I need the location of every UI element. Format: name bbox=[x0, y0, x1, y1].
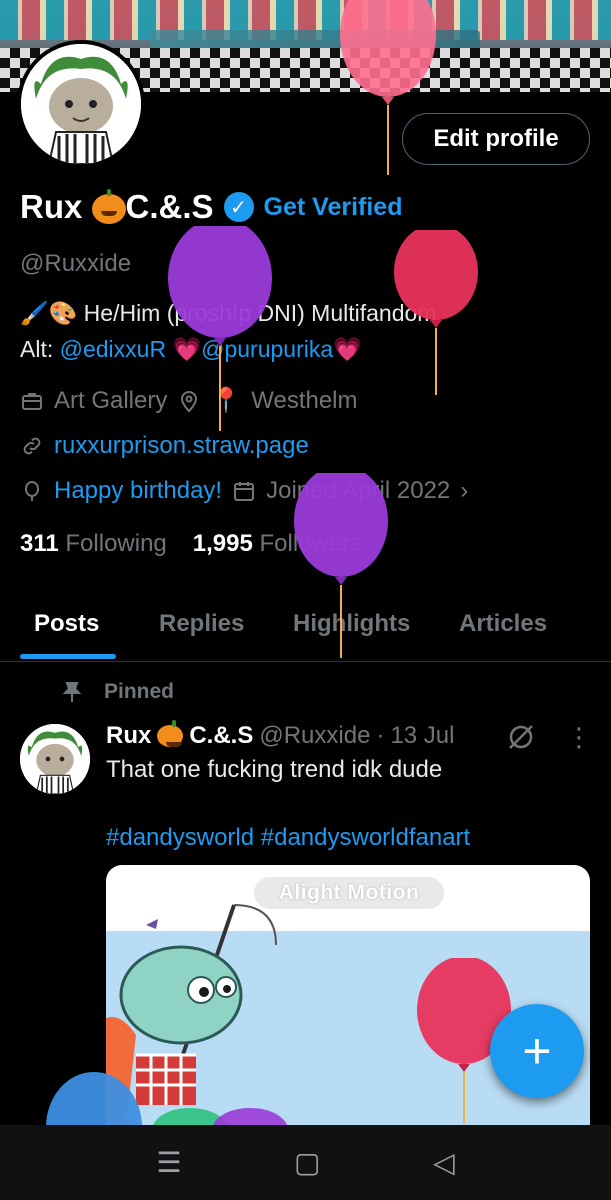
paintbrush-emoji-icon: 🖌️ bbox=[20, 300, 49, 326]
post-author-handle[interactable]: @Ruxxide bbox=[259, 722, 370, 750]
post-text: That one fucking trend idk dude bbox=[106, 756, 443, 783]
system-navigation-bar: ☰ ▢ ◁ bbox=[0, 1125, 611, 1200]
profile-category: Art Gallery bbox=[54, 386, 168, 414]
compose-post-button[interactable]: + bbox=[490, 1004, 584, 1098]
post-hashtags[interactable]: #dandysworld #dandysworldfanart bbox=[106, 824, 470, 852]
bio-alt-prefix: Alt: bbox=[20, 336, 54, 362]
recent-apps-icon[interactable]: ☰ bbox=[156, 1146, 181, 1179]
display-name: Rux C.&.S bbox=[20, 188, 214, 226]
avatar-cat-illustration bbox=[20, 724, 90, 794]
briefcase-icon bbox=[22, 392, 42, 410]
chevron-right-icon[interactable]: › bbox=[460, 477, 468, 505]
calendar-icon bbox=[234, 482, 255, 501]
following-count: 311 bbox=[20, 530, 59, 557]
post-author-name-part2[interactable]: C.&.S bbox=[189, 722, 253, 750]
following-label: Following bbox=[65, 530, 167, 557]
balloon-purple-decoration bbox=[168, 226, 272, 431]
profile-avatar[interactable] bbox=[17, 40, 145, 168]
tab-articles[interactable]: Articles bbox=[459, 610, 547, 638]
grok-icon[interactable] bbox=[506, 722, 536, 752]
balloon-icon bbox=[25, 481, 39, 501]
post-author-name-part1[interactable]: Rux bbox=[106, 722, 151, 750]
get-verified-link[interactable]: Get Verified bbox=[264, 193, 403, 222]
profile-website-link[interactable]: ruxxurprison.straw.page bbox=[54, 432, 309, 460]
balloon-red-decoration bbox=[394, 230, 478, 395]
followers-count: 1,995 bbox=[192, 530, 253, 557]
tab-posts[interactable]: Posts bbox=[34, 610, 99, 638]
balloon-blue-decoration bbox=[46, 1072, 142, 1125]
pumpkin-emoji-icon bbox=[91, 189, 126, 225]
profile-meta-row-3: Happy birthday! Joined April 2022 › bbox=[20, 477, 468, 505]
pumpkin-emoji-icon bbox=[157, 720, 184, 747]
back-icon[interactable]: ◁ bbox=[433, 1146, 455, 1179]
heart-emoji-icon: 💗 bbox=[333, 336, 362, 362]
balloon-green-purple-decoration bbox=[153, 1108, 287, 1125]
display-name-part2: C.&.S bbox=[125, 188, 214, 225]
profile-name-row: Rux C.&.S ✓ Get Verified bbox=[20, 188, 402, 226]
more-options-icon[interactable]: ⋮ bbox=[566, 722, 592, 753]
profile-meta-row-2: ruxxurprison.straw.page bbox=[20, 432, 309, 460]
pin-icon bbox=[62, 682, 82, 702]
balloon-purple-decoration bbox=[294, 473, 388, 658]
tab-replies[interactable]: Replies bbox=[159, 610, 244, 638]
pinned-label-row: Pinned bbox=[62, 680, 174, 704]
pinned-text: Pinned bbox=[104, 680, 175, 703]
post-date[interactable]: 13 Jul bbox=[390, 722, 454, 750]
post-author-avatar[interactable] bbox=[20, 724, 90, 794]
verified-badge-icon[interactable]: ✓ bbox=[223, 192, 254, 222]
following-stat[interactable]: 311 Following bbox=[20, 530, 167, 558]
avatar-cat-illustration bbox=[21, 44, 141, 164]
post-header: Rux C.&.S @Ruxxide · 13 Jul bbox=[106, 720, 454, 750]
display-name-part1: Rux bbox=[20, 188, 83, 225]
active-tab-indicator bbox=[20, 654, 116, 659]
post-separator: · bbox=[376, 722, 385, 749]
home-icon[interactable]: ▢ bbox=[294, 1146, 320, 1179]
palette-emoji-icon: 🎨 bbox=[48, 300, 78, 326]
profile-handle: @Ruxxide bbox=[20, 250, 132, 277]
link-icon bbox=[23, 437, 41, 455]
birthday-link[interactable]: Happy birthday! bbox=[54, 477, 222, 505]
balloon-pink-decoration bbox=[340, 0, 436, 175]
bio-alt-link-1[interactable]: @edixxuR bbox=[60, 336, 166, 362]
